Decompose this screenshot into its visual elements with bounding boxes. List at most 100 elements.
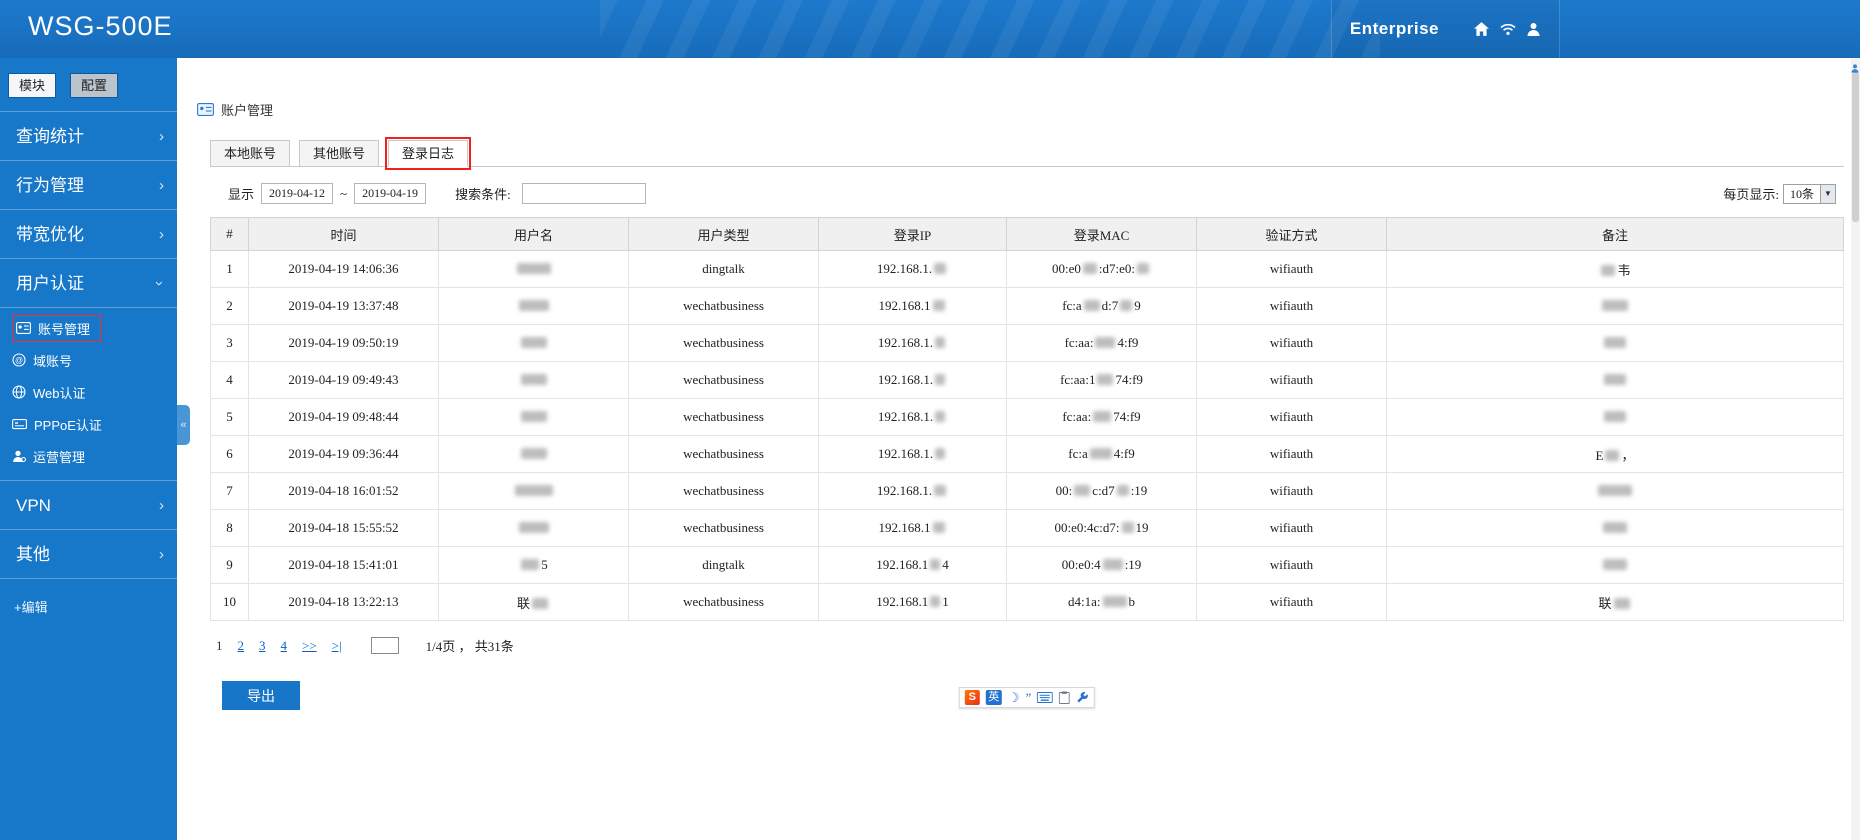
chevron-right-icon: › — [159, 112, 164, 161]
page-last-link[interactable]: >| — [332, 638, 342, 654]
redacted-text — [521, 448, 547, 459]
table-cell: 2019-04-18 16:01:52 — [249, 473, 439, 510]
chevron-right-icon: › — [159, 210, 164, 259]
redacted-text — [930, 596, 940, 607]
home-icon[interactable] — [1473, 21, 1490, 37]
table-row: 92019-04-18 15:41:015dingtalk192.168.140… — [211, 547, 1844, 584]
sidebar-item-operations-mgmt[interactable]: 运营管理 — [0, 440, 177, 472]
table-cell: 1 — [211, 251, 249, 288]
soft-keyboard-icon[interactable] — [1037, 692, 1053, 703]
mini-user-icon[interactable] — [1851, 60, 1859, 78]
redacted-text — [1601, 265, 1615, 276]
redacted-text — [532, 598, 548, 609]
vertical-scrollbar[interactable] — [1851, 58, 1860, 840]
sidebar-menu: 查询统计 › 行为管理 › 带宽优化 › 用户认证 › — [0, 111, 177, 579]
table-cell — [1387, 288, 1844, 325]
shape-mode-moon-icon[interactable]: ☽ — [1008, 690, 1020, 705]
pagination: 1 2 3 4 >> >| 1/4页 ， 共31条 — [216, 636, 1844, 655]
column-header: # — [211, 218, 249, 251]
redacted-text — [1117, 485, 1129, 496]
redacted-text — [1084, 300, 1100, 311]
table-cell: fc:a4:f9 — [1007, 436, 1197, 473]
settings-wrench-icon[interactable] — [1076, 691, 1089, 704]
edition-label: Enterprise — [1350, 19, 1439, 39]
tab-other-accounts[interactable]: 其他账号 — [299, 140, 379, 167]
sidebar-mode-tabs: 模块 配置 — [0, 58, 177, 111]
table-cell: 5 — [439, 547, 629, 584]
svg-text:@: @ — [15, 356, 23, 365]
tab-login-log[interactable]: 登录日志 — [388, 140, 468, 167]
table-cell: 3 — [211, 325, 249, 362]
punctuation-mode-icon[interactable]: ” — [1025, 690, 1031, 705]
sidebar-item-query-stats[interactable]: 查询统计 › — [0, 112, 177, 161]
account-card-icon — [197, 103, 214, 116]
user-icon[interactable] — [1526, 22, 1541, 37]
table-cell: wifiauth — [1197, 399, 1387, 436]
redacted-text — [1103, 559, 1123, 570]
sidebar-tab-config[interactable]: 配置 — [70, 73, 118, 98]
table-cell — [439, 399, 629, 436]
table-cell: wechatbusiness — [629, 436, 819, 473]
page-size-label: 每页显示: — [1723, 184, 1779, 203]
table-row: 102019-04-18 13:22:13联wechatbusiness192.… — [211, 584, 1844, 621]
chevron-right-icon: › — [159, 481, 164, 530]
table-cell — [439, 473, 629, 510]
date-to-input[interactable] — [354, 183, 426, 204]
table-cell: 2019-04-19 09:50:19 — [249, 325, 439, 362]
column-header: 登录MAC — [1007, 218, 1197, 251]
page-size-select[interactable]: 10条 ▼ — [1783, 184, 1836, 204]
table-cell: 5 — [211, 399, 249, 436]
page-link-2[interactable]: 2 — [238, 638, 245, 654]
sidebar-collapse-handle[interactable]: « — [177, 405, 190, 445]
user-auth-submenu: 账号管理 @ 域账号 Web认证 — [0, 308, 177, 481]
sidebar-item-pppoe-auth[interactable]: PPPoE认证 — [0, 408, 177, 440]
domain-at-icon: @ — [12, 353, 26, 367]
sidebar-item-account-mgmt[interactable]: 账号管理 — [0, 312, 177, 344]
sidebar-tab-modules[interactable]: 模块 — [8, 73, 56, 98]
redacted-text — [1614, 598, 1630, 609]
chevron-right-icon: › — [159, 530, 164, 579]
wifi-icon[interactable] — [1499, 22, 1517, 36]
redacted-text — [1603, 522, 1627, 533]
redacted-text — [521, 559, 539, 570]
table-cell — [1387, 473, 1844, 510]
table-cell: wifiauth — [1197, 288, 1387, 325]
sidebar-item-domain-account[interactable]: @ 域账号 — [0, 344, 177, 376]
page-link-3[interactable]: 3 — [259, 638, 266, 654]
table-cell: 192.168.14 — [819, 547, 1007, 584]
sidebar-item-bandwidth-opt[interactable]: 带宽优化 › — [0, 210, 177, 259]
sidebar-item-vpn[interactable]: VPN › — [0, 481, 177, 530]
table-cell: 192.168.1. — [819, 473, 1007, 510]
search-input[interactable] — [522, 183, 646, 204]
table-cell: 00:c:d7:19 — [1007, 473, 1197, 510]
sidebar-edit-link[interactable]: +编辑 — [14, 597, 177, 616]
page-size-value: 10条 — [1784, 185, 1820, 203]
export-button[interactable]: 导出 — [222, 681, 300, 710]
redacted-text — [1604, 374, 1626, 385]
scrollbar-thumb[interactable] — [1852, 72, 1859, 222]
page-jump-input[interactable] — [371, 637, 399, 654]
table-cell: dingtalk — [629, 547, 819, 584]
input-method-bar: S 英 ☽ ” — [959, 687, 1095, 708]
sidebar-item-other[interactable]: 其他 › — [0, 530, 177, 579]
page-link-4[interactable]: 4 — [281, 638, 288, 654]
sidebar-item-user-auth[interactable]: 用户认证 › — [0, 259, 177, 308]
sidebar-item-web-auth[interactable]: Web认证 — [0, 376, 177, 408]
tab-local-accounts[interactable]: 本地账号 — [210, 140, 290, 167]
date-from-input[interactable] — [261, 183, 333, 204]
redacted-text — [1137, 263, 1149, 274]
table-cell: 2019-04-19 09:36:44 — [249, 436, 439, 473]
table-cell — [439, 251, 629, 288]
breadcrumb: 账户管理 — [197, 100, 1860, 119]
table-cell: 2019-04-18 15:55:52 — [249, 510, 439, 547]
page-next-link[interactable]: >> — [302, 638, 317, 654]
table-cell: fc:aa:74:f9 — [1007, 399, 1197, 436]
table-row: 52019-04-19 09:48:44wechatbusiness192.16… — [211, 399, 1844, 436]
table-cell: wifiauth — [1197, 362, 1387, 399]
sidebar-item-behavior-mgmt[interactable]: 行为管理 › — [0, 161, 177, 210]
sogou-logo-icon[interactable]: S — [965, 690, 980, 705]
clipboard-icon[interactable] — [1059, 691, 1070, 704]
redacted-text — [521, 337, 547, 348]
language-mode-icon[interactable]: 英 — [986, 690, 1002, 705]
redacted-text — [1120, 300, 1132, 311]
